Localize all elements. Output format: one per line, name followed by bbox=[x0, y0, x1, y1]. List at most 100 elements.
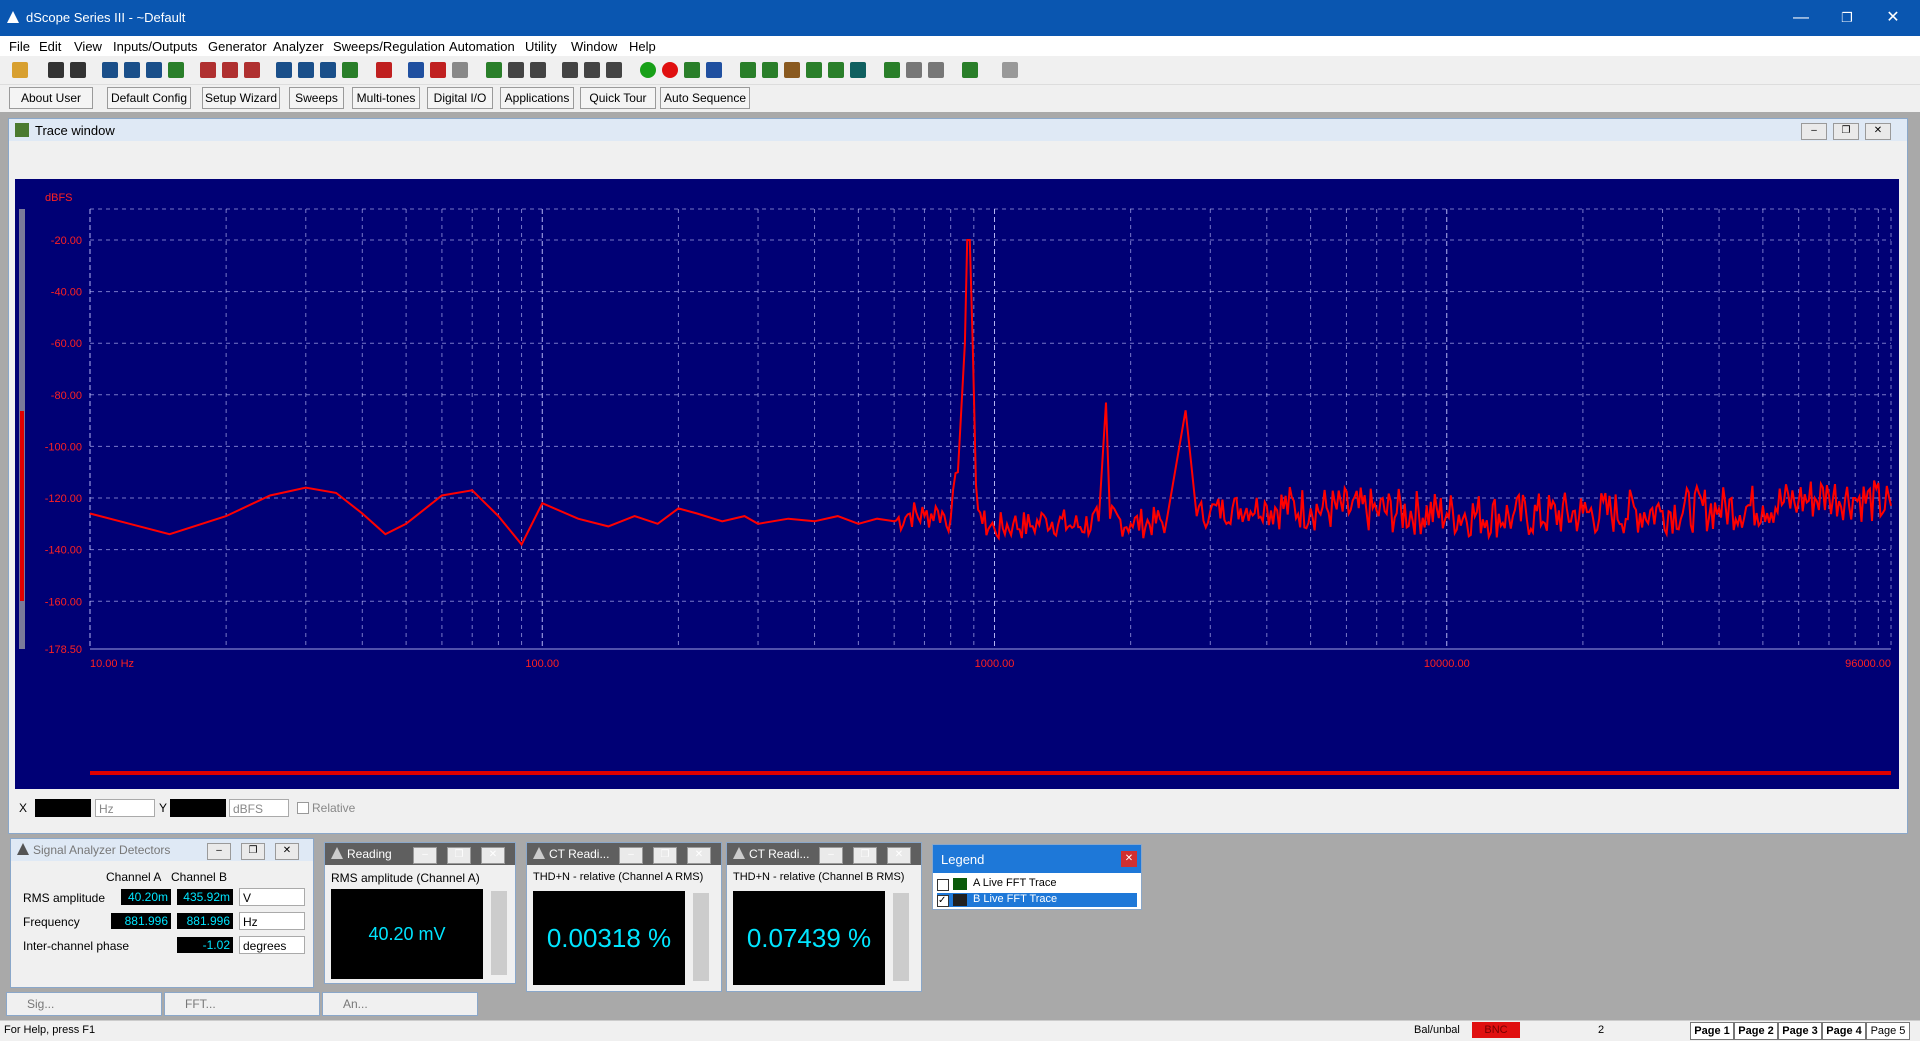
meter-5-icon[interactable] bbox=[828, 62, 844, 78]
sweep-3-icon[interactable] bbox=[530, 62, 546, 78]
report-icon[interactable] bbox=[962, 62, 978, 78]
reading-thdn-a-close-button[interactable]: ✕ bbox=[687, 847, 711, 864]
trace-minimize-button[interactable]: – bbox=[1801, 123, 1827, 140]
multi-tones-button[interactable]: Multi-tones bbox=[352, 87, 420, 109]
page-4-button[interactable]: Page 4 bbox=[1822, 1022, 1866, 1040]
legend-item-b[interactable]: ✓ B Live FFT Trace bbox=[937, 893, 1137, 907]
detectors-restore-button[interactable]: ❐ bbox=[241, 843, 265, 860]
meter-4-icon[interactable] bbox=[806, 62, 822, 78]
reading-thdn-b-minimize-button[interactable]: – bbox=[819, 847, 843, 864]
legend-close-button[interactable]: ✕ bbox=[1121, 851, 1137, 867]
sweeps-button[interactable]: Sweeps bbox=[289, 87, 344, 109]
open-icon[interactable] bbox=[12, 62, 28, 78]
input-icon[interactable] bbox=[276, 62, 292, 78]
output-3-icon[interactable] bbox=[146, 62, 162, 78]
legend-a-checkbox[interactable] bbox=[937, 879, 949, 891]
reading-a-titlebar[interactable]: Reading – ❐ ✕ bbox=[325, 843, 515, 865]
reading-thdn-b-titlebar[interactable]: CT Readi... – ❐ ✕ bbox=[727, 843, 921, 865]
applications-button[interactable]: Applications bbox=[500, 87, 574, 109]
reading-a-restore-button[interactable]: ❐ bbox=[447, 847, 471, 864]
menu-inputs-outputs[interactable]: Inputs/Outputs bbox=[113, 39, 198, 54]
reading-thdn-b-restore-button[interactable]: ❐ bbox=[853, 847, 877, 864]
detectors-close-button[interactable]: ✕ bbox=[275, 843, 299, 860]
page-3-button[interactable]: Page 3 bbox=[1778, 1022, 1822, 1040]
detectors-minimize-button[interactable]: – bbox=[207, 843, 231, 860]
menu-help[interactable]: Help bbox=[629, 39, 656, 54]
phase-unit-select[interactable]: degrees bbox=[239, 936, 305, 954]
menu-edit[interactable]: Edit bbox=[39, 39, 61, 54]
legend-item-a[interactable]: A Live FFT Trace bbox=[937, 877, 1137, 891]
print-icon[interactable] bbox=[1002, 62, 1018, 78]
input-4-icon[interactable] bbox=[342, 62, 358, 78]
menu-sweeps-regulation[interactable]: Sweeps/Regulation bbox=[333, 39, 445, 54]
save-icon[interactable] bbox=[48, 62, 64, 78]
about-user-bar-button[interactable]: About User Bar bbox=[9, 87, 93, 125]
generator-3-icon[interactable] bbox=[244, 62, 260, 78]
minimized-window-1[interactable]: Sig... bbox=[6, 992, 162, 1016]
meter-2-icon[interactable] bbox=[762, 62, 778, 78]
menu-view[interactable]: View bbox=[74, 39, 102, 54]
output-2-icon[interactable] bbox=[124, 62, 140, 78]
legend-b-checkbox[interactable]: ✓ bbox=[937, 895, 949, 907]
fft-plot[interactable]: dBFS -20.00 -40.00 -60.00 -80.00 -100.00 -120… bbox=[15, 179, 1899, 789]
trace-icon[interactable] bbox=[684, 62, 700, 78]
default-config-button[interactable]: Default Config bbox=[107, 87, 191, 109]
generator-2-icon[interactable] bbox=[222, 62, 238, 78]
x-scrollbar[interactable] bbox=[90, 771, 1891, 775]
minimize-button[interactable]: — bbox=[1778, 0, 1824, 36]
frequency-unit-select[interactable]: Hz bbox=[239, 912, 305, 930]
y-unit-select[interactable]: dBFS bbox=[229, 799, 289, 817]
x-unit-select[interactable]: Hz bbox=[95, 799, 155, 817]
reading-thdn-a-restore-button[interactable]: ❐ bbox=[653, 847, 677, 864]
setup-wizard-button[interactable]: Setup Wizard bbox=[202, 87, 280, 109]
digital-io-button[interactable]: Digital I/O bbox=[427, 87, 493, 109]
reading-a-close-button[interactable]: ✕ bbox=[481, 847, 505, 864]
maximize-button[interactable]: ❐ bbox=[1824, 0, 1870, 36]
menu-generator[interactable]: Generator bbox=[208, 39, 267, 54]
reading-thdn-b-close-button[interactable]: ✕ bbox=[887, 847, 911, 864]
page-2-button[interactable]: Page 2 bbox=[1734, 1022, 1778, 1040]
reading-thdn-a-titlebar[interactable]: CT Readi... – ❐ ✕ bbox=[527, 843, 721, 865]
script-icon[interactable] bbox=[884, 62, 900, 78]
reading-thdn-b-side-tools[interactable] bbox=[893, 893, 909, 981]
minimized-window-3[interactable]: An... bbox=[322, 992, 478, 1016]
trace-window-titlebar[interactable]: Trace window – ❐ ✕ bbox=[9, 119, 1907, 141]
meter-icon[interactable] bbox=[740, 62, 756, 78]
close-button[interactable]: ✕ bbox=[1870, 0, 1916, 36]
reading-a-minimize-button[interactable]: – bbox=[413, 847, 437, 864]
input-2-icon[interactable] bbox=[298, 62, 314, 78]
output-icon[interactable] bbox=[102, 62, 118, 78]
relative-checkbox[interactable] bbox=[297, 802, 309, 814]
legend-titlebar[interactable]: Legend ✕ bbox=[933, 845, 1141, 873]
trace-2-icon[interactable] bbox=[706, 62, 722, 78]
menu-utility[interactable]: Utility bbox=[525, 39, 557, 54]
fft-icon[interactable] bbox=[408, 62, 424, 78]
stop-icon[interactable] bbox=[662, 62, 678, 78]
sweep-icon[interactable] bbox=[486, 62, 502, 78]
page-1-button[interactable]: Page 1 bbox=[1690, 1022, 1734, 1040]
reading-thdn-a-minimize-button[interactable]: – bbox=[619, 847, 643, 864]
generator-icon[interactable] bbox=[200, 62, 216, 78]
save-as-icon[interactable] bbox=[70, 62, 86, 78]
menu-file[interactable]: File bbox=[9, 39, 30, 54]
scope-icon[interactable] bbox=[562, 62, 578, 78]
output-4-icon[interactable] bbox=[168, 62, 184, 78]
analyzer-icon[interactable] bbox=[376, 62, 392, 78]
detectors-titlebar[interactable]: Signal Analyzer Detectors – ❐ ✕ bbox=[11, 839, 313, 861]
fft-3-icon[interactable] bbox=[452, 62, 468, 78]
menu-analyzer[interactable]: Analyzer bbox=[273, 39, 324, 54]
minimized-window-2[interactable]: FFT... bbox=[164, 992, 320, 1016]
auto-sequence-button[interactable]: Auto Sequence bbox=[660, 87, 750, 109]
reading-a-side-tools[interactable] bbox=[491, 891, 507, 975]
rms-unit-select[interactable]: V bbox=[239, 888, 305, 906]
page-5-button[interactable]: Page 5 bbox=[1866, 1022, 1910, 1040]
scope-2-icon[interactable] bbox=[584, 62, 600, 78]
run-icon[interactable] bbox=[640, 62, 656, 78]
sweep-2-icon[interactable] bbox=[508, 62, 524, 78]
trace-restore-button[interactable]: ❐ bbox=[1833, 123, 1859, 140]
scope-3-icon[interactable] bbox=[606, 62, 622, 78]
trace-close-button[interactable]: ✕ bbox=[1865, 123, 1891, 140]
menu-window[interactable]: Window bbox=[571, 39, 617, 54]
reading-thdn-a-side-tools[interactable] bbox=[693, 893, 709, 981]
meter-3-icon[interactable] bbox=[784, 62, 800, 78]
